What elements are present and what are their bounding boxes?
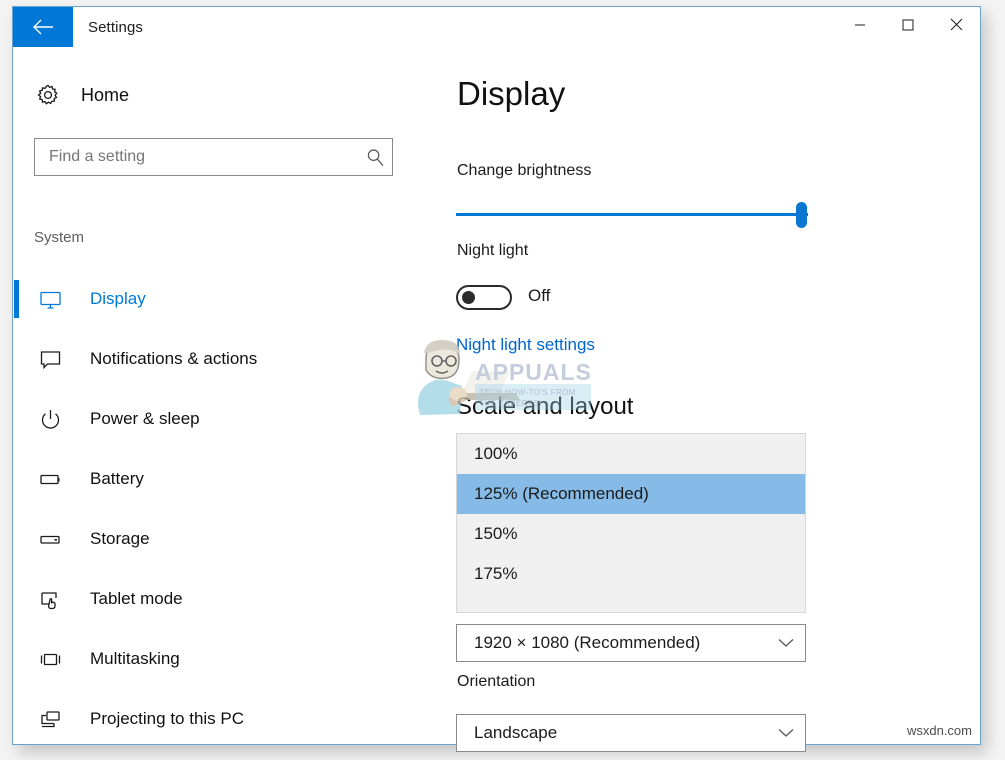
sidebar-item-tablet-mode[interactable]: Tablet mode bbox=[13, 569, 433, 629]
sidebar-item-label: Tablet mode bbox=[90, 589, 183, 609]
night-light-state: Off bbox=[528, 286, 550, 306]
back-button[interactable] bbox=[13, 7, 73, 47]
main-content: Display Change brightness Night light Of… bbox=[433, 47, 980, 744]
title-bar: Settings bbox=[13, 7, 980, 47]
sidebar: Home System bbox=[13, 47, 433, 744]
search-icon[interactable] bbox=[358, 148, 392, 167]
sidebar-item-label: Power & sleep bbox=[90, 409, 200, 429]
resolution-combobox[interactable]: 1920 × 1080 (Recommended) bbox=[456, 624, 806, 662]
close-icon bbox=[950, 18, 963, 36]
dropdown-option-label: 125% (Recommended) bbox=[474, 484, 649, 504]
selection-indicator bbox=[14, 280, 19, 318]
orientation-value: Landscape bbox=[457, 723, 767, 743]
gear-icon bbox=[33, 83, 63, 107]
sidebar-item-notifications-actions[interactable]: Notifications & actions bbox=[13, 329, 433, 389]
scale-dropdown-list[interactable]: 100% 125% (Recommended) 150% 175% bbox=[456, 433, 806, 613]
close-button[interactable] bbox=[932, 7, 980, 47]
minimize-button[interactable] bbox=[836, 7, 884, 47]
power-icon bbox=[32, 408, 68, 431]
dropdown-option-label: 150% bbox=[474, 524, 517, 544]
orientation-label: Orientation bbox=[457, 673, 535, 691]
dropdown-option-label: 175% bbox=[474, 564, 517, 584]
sidebar-item-multitasking[interactable]: Multitasking bbox=[13, 629, 433, 689]
dropdown-option-selected[interactable]: 125% (Recommended) bbox=[457, 474, 805, 514]
chevron-down-icon bbox=[767, 638, 805, 648]
sidebar-item-label: Storage bbox=[90, 529, 150, 549]
night-light-toggle[interactable] bbox=[456, 285, 512, 310]
orientation-combobox[interactable]: Landscape bbox=[456, 714, 806, 752]
site-watermark: wsxdn.com bbox=[907, 723, 972, 738]
dropdown-option[interactable]: 150% bbox=[457, 514, 805, 554]
toggle-knob bbox=[462, 291, 475, 304]
sidebar-item-label: Battery bbox=[90, 469, 144, 489]
battery-icon bbox=[32, 468, 68, 491]
scale-and-layout-heading: Scale and layout bbox=[456, 393, 633, 421]
monitor-icon bbox=[32, 288, 68, 311]
minimize-icon bbox=[854, 18, 866, 36]
sidebar-item-battery[interactable]: Battery bbox=[13, 449, 433, 509]
speech-bubble-icon bbox=[32, 348, 68, 371]
sidebar-item-label: Multitasking bbox=[90, 649, 180, 669]
window-title: Settings bbox=[88, 7, 143, 47]
search-input[interactable] bbox=[35, 147, 358, 167]
brightness-label: Change brightness bbox=[457, 162, 591, 180]
sidebar-item-label: Notifications & actions bbox=[90, 349, 257, 369]
page-title: Display bbox=[457, 75, 565, 113]
sidebar-item-home[interactable]: Home bbox=[33, 83, 129, 107]
sidebar-group-label: System bbox=[34, 229, 84, 246]
sidebar-nav-list: Display Notifications & actions bbox=[13, 269, 433, 749]
slider-thumb[interactable] bbox=[796, 202, 807, 228]
multitask-icon bbox=[32, 648, 68, 671]
dropdown-option[interactable]: 175% bbox=[457, 554, 805, 594]
brightness-slider[interactable] bbox=[456, 199, 808, 231]
window-controls bbox=[836, 7, 980, 47]
sidebar-item-storage[interactable]: Storage bbox=[13, 509, 433, 569]
maximize-button[interactable] bbox=[884, 7, 932, 47]
dropdown-option-label: 100% bbox=[474, 444, 517, 464]
night-light-label: Night light bbox=[457, 242, 528, 260]
night-light-settings-link[interactable]: Night light settings bbox=[456, 335, 595, 355]
chevron-down-icon bbox=[767, 728, 805, 738]
search-box[interactable] bbox=[34, 138, 393, 176]
home-label: Home bbox=[81, 85, 129, 106]
sidebar-item-label: Projecting to this PC bbox=[90, 709, 244, 729]
settings-window: Settings bbox=[12, 6, 981, 745]
resolution-value: 1920 × 1080 (Recommended) bbox=[457, 633, 767, 653]
maximize-icon bbox=[902, 18, 914, 36]
dropdown-option[interactable]: 100% bbox=[457, 434, 805, 474]
sidebar-item-display[interactable]: Display bbox=[13, 269, 433, 329]
sidebar-item-label: Display bbox=[90, 289, 146, 309]
drive-icon bbox=[32, 528, 68, 551]
slider-track bbox=[456, 213, 808, 216]
sidebar-item-power-sleep[interactable]: Power & sleep bbox=[13, 389, 433, 449]
tablet-hand-icon bbox=[32, 588, 68, 611]
screen: Settings bbox=[0, 0, 1005, 760]
sidebar-item-projecting-to-this-pc[interactable]: Projecting to this PC bbox=[13, 689, 433, 749]
project-screen-icon bbox=[32, 708, 68, 731]
back-arrow-icon bbox=[32, 19, 54, 35]
